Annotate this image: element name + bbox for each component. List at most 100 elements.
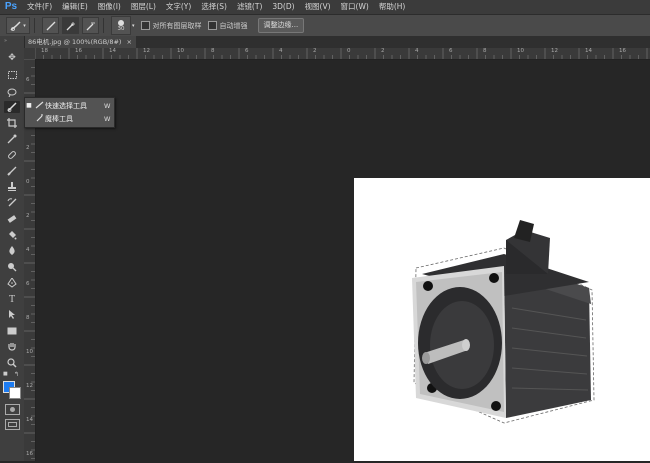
quick-selection-brush-icon bbox=[10, 20, 21, 31]
hand-tool[interactable] bbox=[4, 341, 20, 353]
marquee-icon bbox=[7, 71, 17, 79]
background-color-swatch[interactable] bbox=[9, 387, 21, 399]
divider bbox=[103, 18, 104, 33]
brush-subtract-icon bbox=[86, 22, 95, 30]
collapse-icon[interactable]: » bbox=[4, 38, 7, 44]
brush-add-icon bbox=[66, 21, 75, 30]
horizontal-ruler[interactable]: 18 16 14 12 10 8 6 4 2 0 2 4 6 8 10 12 14 16 bbox=[35, 48, 650, 60]
history-brush-icon bbox=[7, 198, 17, 207]
document-tab-title: 86电机.jpg @ 100%(RGB/8#) bbox=[28, 38, 122, 46]
brush-new-icon bbox=[46, 21, 55, 30]
ruler-tick-label: 14 bbox=[109, 48, 116, 54]
chevron-down-icon[interactable]: ▾ bbox=[132, 23, 135, 29]
type-tool[interactable]: T bbox=[4, 293, 20, 305]
ruler-tick-label: 12 bbox=[551, 48, 558, 54]
selected-bullet-icon: ■ bbox=[26, 102, 32, 109]
eyedropper-tool[interactable] bbox=[4, 133, 20, 145]
menu-help[interactable]: 帮助(H) bbox=[374, 0, 411, 14]
flyout-item-label: 魔棒工具 bbox=[45, 114, 73, 123]
eyedropper-icon bbox=[7, 134, 17, 144]
clone-stamp-tool[interactable] bbox=[4, 181, 20, 193]
healing-brush-tool[interactable] bbox=[4, 149, 20, 161]
swap-colors-icon[interactable]: ↰ bbox=[14, 371, 19, 378]
brush-size-picker[interactable]: 30 bbox=[111, 16, 131, 35]
ruler-tick-label: 16 bbox=[75, 48, 82, 54]
lasso-tool[interactable] bbox=[4, 86, 20, 98]
type-icon: T bbox=[8, 293, 16, 305]
ruler-tick-label: 10 bbox=[517, 48, 524, 54]
image-canvas[interactable] bbox=[354, 178, 650, 461]
ruler-tick-label: 8 bbox=[483, 48, 487, 54]
pen-tool[interactable] bbox=[4, 277, 20, 289]
paint-bucket-tool[interactable] bbox=[4, 229, 20, 241]
ruler-tick-label: 2 bbox=[26, 145, 30, 151]
menu-image[interactable]: 图像(I) bbox=[93, 0, 126, 14]
ruler-tick-label: 10 bbox=[177, 48, 184, 54]
hand-icon bbox=[8, 343, 16, 351]
ruler-tick-label: 16 bbox=[619, 48, 626, 54]
ruler-tick-label: 6 bbox=[449, 48, 453, 54]
ruler-tick-label: 6 bbox=[26, 77, 30, 83]
brush-tool[interactable] bbox=[4, 165, 20, 177]
marquee-tool[interactable] bbox=[4, 69, 20, 81]
screen-mode-icon bbox=[8, 422, 17, 427]
quick-mask-button[interactable] bbox=[5, 404, 20, 415]
history-brush-tool[interactable] bbox=[4, 197, 20, 209]
magic-wand-icon bbox=[33, 113, 45, 124]
menu-filter[interactable]: 滤镜(T) bbox=[232, 0, 267, 14]
menu-select[interactable]: 选择(S) bbox=[196, 0, 232, 14]
refine-edge-button[interactable]: 调整边缘... bbox=[257, 18, 305, 33]
ruler-tick-label: 14 bbox=[585, 48, 592, 54]
menu-type[interactable]: 文字(Y) bbox=[161, 0, 196, 14]
tool-preset-picker[interactable]: ▾ bbox=[6, 17, 30, 34]
bandage-icon bbox=[8, 151, 16, 159]
eraser-tool[interactable] bbox=[4, 213, 20, 225]
divider bbox=[34, 18, 35, 33]
screen-mode-button[interactable] bbox=[5, 419, 20, 430]
menu-view[interactable]: 视图(V) bbox=[300, 0, 336, 14]
ruler-corner bbox=[24, 48, 35, 59]
zoom-tool[interactable] bbox=[4, 357, 20, 369]
blur-tool[interactable] bbox=[4, 245, 20, 257]
path-selection-tool[interactable] bbox=[4, 309, 20, 321]
subtract-from-selection-button[interactable] bbox=[82, 17, 99, 34]
quick-selection-tool[interactable] bbox=[4, 101, 20, 113]
ruler-tick-label: 6 bbox=[26, 281, 30, 287]
ruler-tick-label: 12 bbox=[26, 383, 33, 389]
quick-selection-icon bbox=[33, 101, 45, 111]
zoom-icon bbox=[7, 358, 17, 368]
menu-layer[interactable]: 图层(L) bbox=[126, 0, 161, 14]
chevron-down-icon: ▾ bbox=[23, 22, 26, 29]
menu-file[interactable]: 文件(F) bbox=[22, 0, 57, 14]
close-icon[interactable]: × bbox=[126, 36, 131, 48]
ruler-tick-label: 2 bbox=[26, 213, 30, 219]
move-tool[interactable]: ✥ bbox=[4, 52, 20, 64]
ruler-tick-label: 0 bbox=[26, 179, 30, 185]
add-to-selection-button[interactable] bbox=[62, 17, 79, 34]
lasso-icon bbox=[7, 88, 17, 97]
document-tab[interactable]: 86电机.jpg @ 100%(RGB/8#) × bbox=[24, 36, 136, 48]
menu-3d[interactable]: 3D(D) bbox=[267, 0, 299, 14]
rectangle-tool[interactable] bbox=[4, 325, 20, 337]
quick-selection-icon bbox=[6, 102, 17, 112]
auto-enhance-checkbox[interactable] bbox=[207, 21, 217, 30]
crop-tool[interactable] bbox=[4, 117, 20, 129]
new-selection-button[interactable] bbox=[42, 17, 59, 34]
ruler-tick-label: 2 bbox=[313, 48, 317, 54]
menu-edit[interactable]: 编辑(E) bbox=[57, 0, 93, 14]
flyout-item-shortcut: W bbox=[104, 101, 111, 110]
flyout-item-magic-wand[interactable]: 魔棒工具 W bbox=[25, 112, 114, 125]
pen-icon bbox=[7, 278, 17, 288]
ruler-tick-label: 8 bbox=[211, 48, 215, 54]
dodge-icon bbox=[8, 263, 17, 272]
default-colors-icon[interactable]: ■ bbox=[3, 371, 8, 377]
dodge-tool[interactable] bbox=[4, 261, 20, 273]
move-icon: ✥ bbox=[8, 53, 16, 63]
menu-window[interactable]: 窗口(W) bbox=[336, 0, 374, 14]
sample-all-layers-checkbox[interactable] bbox=[140, 21, 150, 30]
ruler-tick-label: 14 bbox=[26, 417, 33, 423]
menu-bar: Ps 文件(F) 编辑(E) 图像(I) 图层(L) 文字(Y) 选择(S) 滤… bbox=[0, 0, 650, 14]
rectangle-icon bbox=[7, 327, 17, 335]
flyout-item-shortcut: W bbox=[104, 114, 111, 123]
flyout-item-quick-selection[interactable]: ■ 快速选择工具 W bbox=[25, 99, 114, 112]
